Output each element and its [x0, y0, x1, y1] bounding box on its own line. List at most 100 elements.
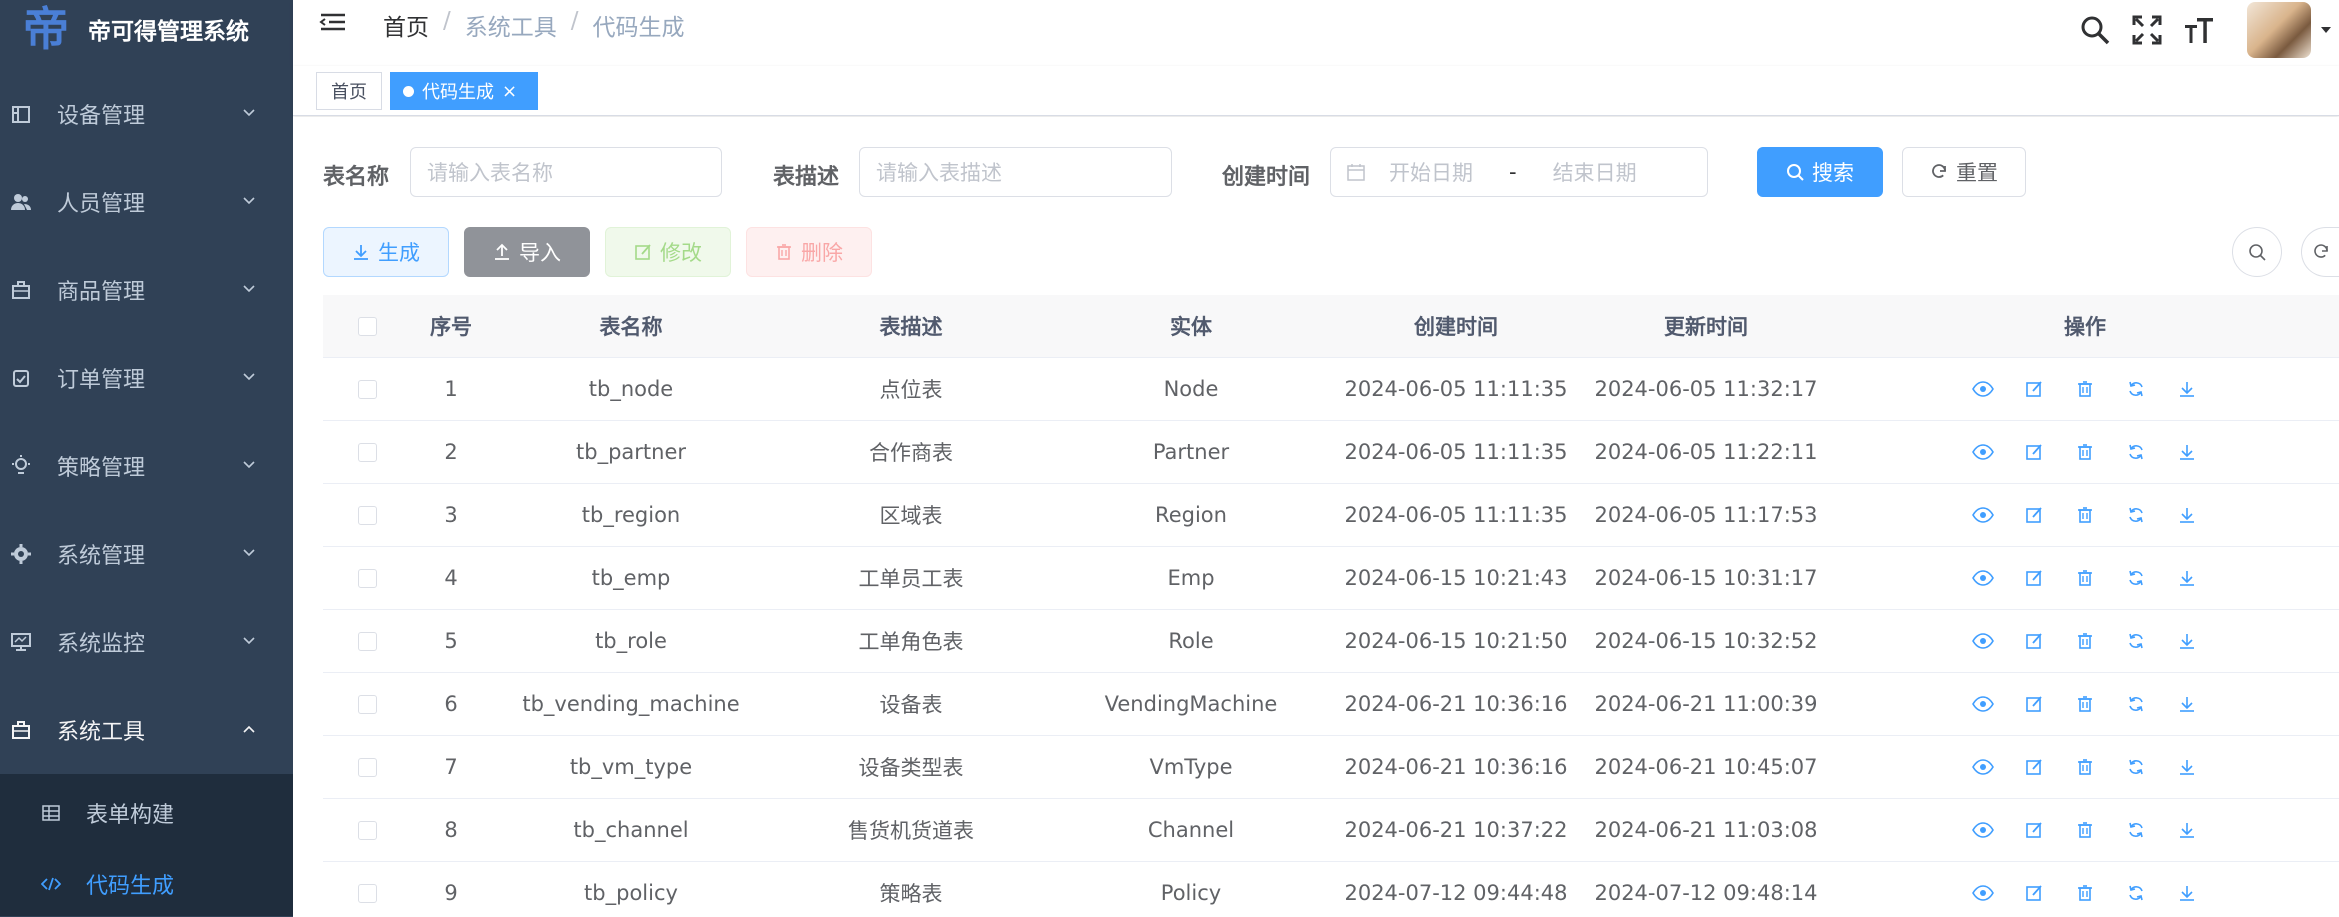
breadcrumb-home[interactable]: 首页 [383, 8, 429, 42]
row-table-desc: 点位表 [879, 378, 943, 402]
toggle-search-button[interactable] [2232, 227, 2282, 277]
sidebar-subitem-code-gen[interactable]: 代码生成 [0, 852, 293, 916]
row-checkbox[interactable] [357, 820, 377, 840]
trash-icon[interactable] [2074, 378, 2096, 400]
search-icon[interactable] [2079, 14, 2111, 46]
download-icon[interactable] [2176, 756, 2198, 778]
preview-icon[interactable] [1972, 819, 1994, 841]
preview-icon[interactable] [1972, 756, 1994, 778]
row-checkbox[interactable] [357, 757, 377, 777]
date-range-picker[interactable]: 开始日期 - 结束日期 [1330, 147, 1708, 197]
row-checkbox[interactable] [357, 631, 377, 651]
edit-icon[interactable] [2023, 819, 2045, 841]
row-actions [1831, 819, 2339, 841]
sidebar-item-device[interactable]: 设备管理 [0, 70, 293, 158]
row-checkbox-cell [323, 568, 411, 588]
reset-button[interactable]: 重置 [1902, 147, 2026, 197]
tag-code-gen[interactable]: 代码生成 × [390, 72, 538, 110]
search-button[interactable]: 搜索 [1757, 147, 1883, 197]
edit-icon[interactable] [2023, 630, 2045, 652]
sidebar-item-goods[interactable]: 商品管理 [0, 246, 293, 334]
caret-down-icon[interactable] [2319, 23, 2333, 37]
fullscreen-icon[interactable] [2131, 14, 2163, 46]
download-icon[interactable] [2176, 504, 2198, 526]
table-name-input[interactable]: 请输入表名称 [410, 147, 722, 197]
trash-icon[interactable] [2074, 882, 2096, 904]
sync-icon[interactable] [2125, 630, 2147, 652]
sync-icon[interactable] [2125, 504, 2147, 526]
row-checkbox[interactable] [357, 883, 377, 903]
row-checkbox[interactable] [357, 694, 377, 714]
edit-icon[interactable] [2023, 441, 2045, 463]
table-desc-input[interactable]: 请输入表描述 [859, 147, 1172, 197]
preview-icon[interactable] [1972, 441, 1994, 463]
sidebar-item-order[interactable]: 订单管理 [0, 334, 293, 422]
row-checkbox[interactable] [357, 505, 377, 525]
sidebar-subitem-form-build[interactable]: 表单构建 [0, 774, 293, 852]
trash-icon[interactable] [2074, 756, 2096, 778]
sidebar-logo[interactable]: 帝 帝可得管理系统 [0, 0, 293, 58]
edit-icon[interactable] [2023, 504, 2045, 526]
sidebar-item-system[interactable]: 系统管理 [0, 510, 293, 598]
edit-button[interactable]: 修改 [605, 227, 731, 277]
app-title: 帝可得管理系统 [88, 19, 249, 45]
delete-button[interactable]: 删除 [746, 227, 872, 277]
sync-icon[interactable] [2125, 819, 2147, 841]
start-date-placeholder[interactable]: 开始日期 [1389, 157, 1473, 187]
row-created: 2024-06-15 10:21:43 [1344, 566, 1568, 590]
download-icon[interactable] [2176, 378, 2198, 400]
download-icon[interactable] [2176, 819, 2198, 841]
sync-icon[interactable] [2125, 441, 2147, 463]
sidebar-item-monitor[interactable]: 系统监控 [0, 598, 293, 686]
preview-icon[interactable] [1972, 882, 1994, 904]
trash-icon[interactable] [2074, 567, 2096, 589]
tag-home[interactable]: 首页 [316, 72, 382, 110]
row-checkbox[interactable] [357, 568, 377, 588]
trash-icon[interactable] [2074, 630, 2096, 652]
trash-icon[interactable] [2074, 504, 2096, 526]
sidebar-subitem-label: 代码生成 [86, 874, 175, 899]
download-icon[interactable] [2176, 693, 2198, 715]
end-date-placeholder[interactable]: 结束日期 [1553, 157, 1637, 187]
sync-icon[interactable] [2125, 693, 2147, 715]
trash-icon[interactable] [2074, 441, 2096, 463]
generate-button-label: 生成 [378, 241, 420, 265]
row-table-desc: 合作商表 [869, 441, 953, 465]
preview-icon[interactable] [1972, 378, 1994, 400]
edit-icon[interactable] [2023, 756, 2045, 778]
download-icon[interactable] [2176, 441, 2198, 463]
sync-icon[interactable] [2125, 567, 2147, 589]
edit-icon[interactable] [2023, 378, 2045, 400]
trash-icon[interactable] [2074, 819, 2096, 841]
sync-icon[interactable] [2125, 378, 2147, 400]
row-entity: VendingMachine [1104, 692, 1278, 716]
import-button[interactable]: 导入 [464, 227, 590, 277]
preview-icon[interactable] [1972, 693, 1994, 715]
select-all-checkbox[interactable] [357, 316, 377, 336]
sidebar-item-people[interactable]: 人员管理 [0, 158, 293, 246]
edit-icon[interactable] [2023, 567, 2045, 589]
row-no: 1 [444, 377, 458, 401]
avatar[interactable] [2247, 2, 2311, 58]
preview-icon[interactable] [1972, 504, 1994, 526]
edit-icon[interactable] [2023, 693, 2045, 715]
sidebar-item-tools[interactable]: 系统工具 [0, 686, 293, 774]
hamburger-icon[interactable] [319, 10, 347, 38]
download-icon[interactable] [2176, 630, 2198, 652]
sync-icon[interactable] [2125, 882, 2147, 904]
preview-icon[interactable] [1972, 567, 1994, 589]
table-body: 1 tb_node 点位表 Node 2024-06-05 11:11:35 2… [323, 358, 2339, 917]
download-icon[interactable] [2176, 567, 2198, 589]
download-icon[interactable] [2176, 882, 2198, 904]
row-checkbox[interactable] [357, 442, 377, 462]
sync-icon[interactable] [2125, 756, 2147, 778]
sidebar-item-policy[interactable]: 策略管理 [0, 422, 293, 510]
preview-icon[interactable] [1972, 630, 1994, 652]
row-checkbox[interactable] [357, 379, 377, 399]
row-table-name: tb_emp [591, 566, 671, 590]
font-size-icon[interactable] [2183, 14, 2215, 46]
close-icon[interactable]: × [502, 81, 517, 102]
trash-icon[interactable] [2074, 693, 2096, 715]
edit-icon[interactable] [2023, 882, 2045, 904]
generate-button[interactable]: 生成 [323, 227, 449, 277]
